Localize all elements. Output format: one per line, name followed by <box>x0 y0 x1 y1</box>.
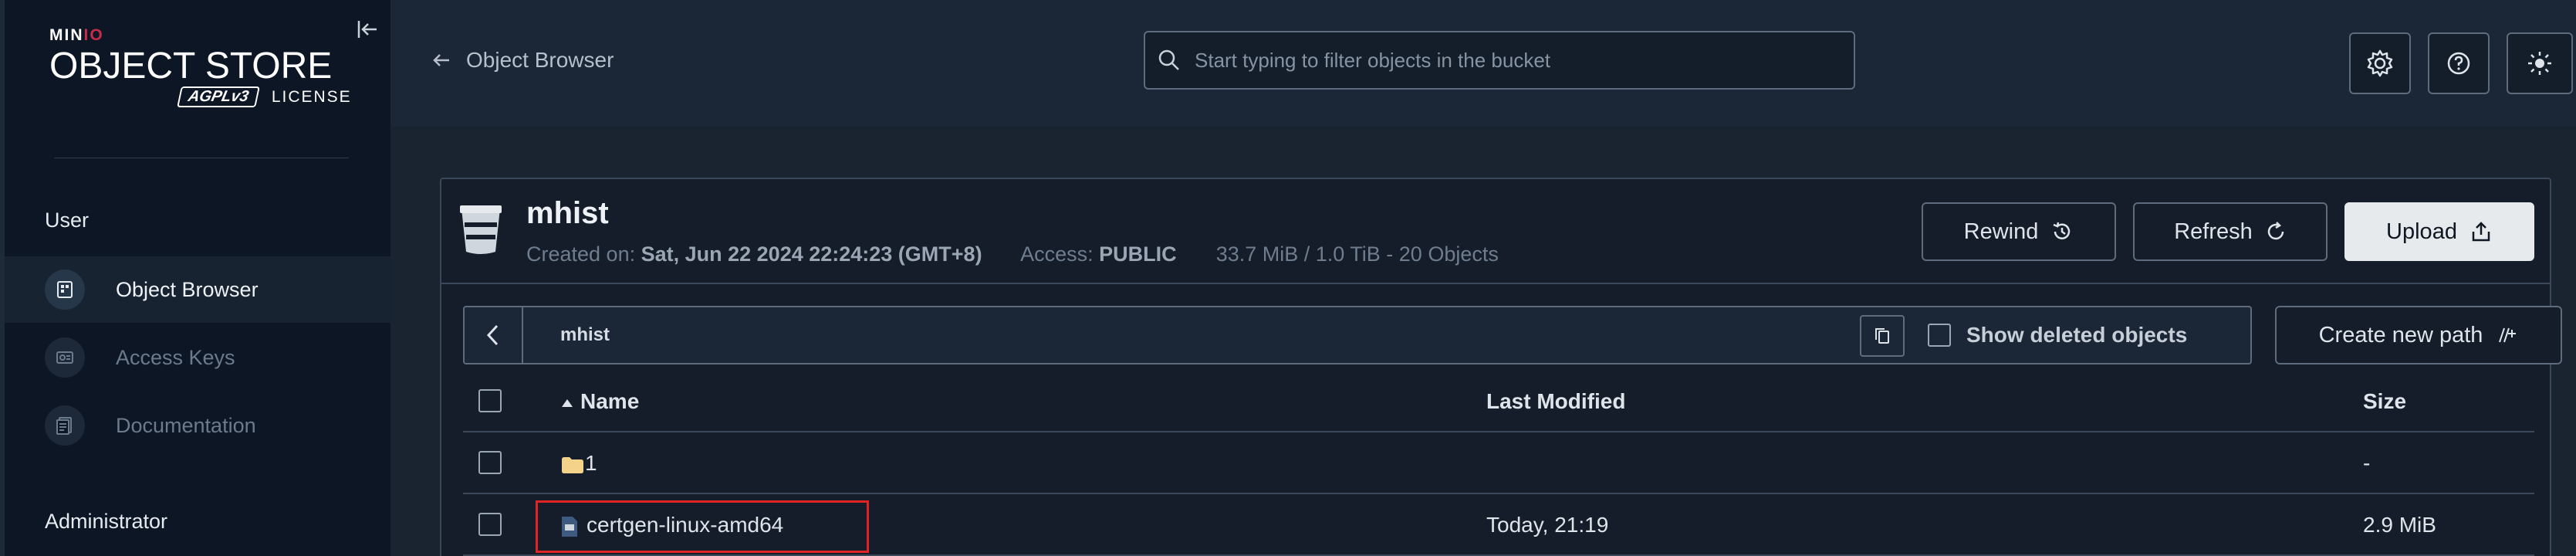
bucket-meta: Created on: Sat, Jun 22 2024 22:24:23 (G… <box>526 242 1499 266</box>
created-value: Sat, Jun 22 2024 22:24:23 (GMT+8) <box>641 242 982 266</box>
back-to-object-browser[interactable]: Object Browser <box>432 48 614 73</box>
sidebar-section-user: User <box>45 208 90 232</box>
table-row[interactable]: certgen-linux-amd64 Today, 21:19 2.9 MiB <box>463 494 2534 556</box>
sidebar-section-administrator: Administrator <box>45 510 168 533</box>
row-checkbox[interactable] <box>478 513 502 536</box>
top-bar: Object Browser <box>390 0 2576 127</box>
rewind-icon <box>2053 222 2071 239</box>
access-label: Access: <box>1020 242 1094 266</box>
bucket-panel: mhist Created on: Sat, Jun 22 2024 22:24… <box>440 178 2562 556</box>
upload-label: Upload <box>2386 219 2457 244</box>
show-deleted-checkbox[interactable] <box>1928 324 1951 347</box>
sidebar-item-object-browser[interactable]: Object Browser <box>5 256 390 323</box>
column-last-modified-header[interactable]: Last Modified <box>1486 389 1625 414</box>
show-deleted-toggle[interactable]: Show deleted objects <box>1928 323 2187 348</box>
size-cell: - <box>2363 451 2371 475</box>
chevron-left-icon <box>486 324 499 346</box>
path-back-button[interactable] <box>465 307 523 363</box>
help-button[interactable] <box>2428 32 2490 94</box>
upload-icon <box>2472 222 2490 242</box>
rewind-label: Rewind <box>1963 219 2039 244</box>
refresh-icon <box>2267 222 2284 240</box>
settings-button[interactable] <box>2349 32 2411 94</box>
column-size-header[interactable]: Size <box>2363 389 2406 414</box>
object-browser-icon <box>45 270 85 310</box>
brand-title: OBJECT STORE <box>49 46 333 86</box>
bucket-name: mhist <box>526 196 609 230</box>
collapse-sidebar-icon[interactable] <box>355 17 380 42</box>
search-box[interactable] <box>1144 31 1855 90</box>
current-path: mhist <box>560 324 610 345</box>
copy-icon <box>1875 328 1889 344</box>
brand-license: AGPLv3 LICENSE <box>177 86 358 107</box>
sun-icon <box>2528 52 2551 75</box>
sort-ascending-icon <box>562 399 573 407</box>
path-bar: mhist Show deleted objects <box>463 306 2252 364</box>
refresh-label: Refresh <box>2174 219 2253 244</box>
search-icon <box>1158 49 1179 70</box>
main-content: mhist Created on: Sat, Jun 22 2024 22:24… <box>390 127 2576 556</box>
gear-icon <box>2367 49 2393 77</box>
table-row[interactable]: 1 - <box>463 432 2534 494</box>
sidebar-item-label: Object Browser <box>116 277 259 301</box>
size-cell: 2.9 MiB <box>2363 513 2436 537</box>
object-name-cell: certgen-linux-amd64 <box>560 513 783 538</box>
object-name-cell: 1 <box>560 451 597 476</box>
help-icon <box>2447 52 2470 75</box>
new-path-icon <box>2499 327 2517 343</box>
sidebar-item-documentation[interactable]: Documentation <box>5 392 390 459</box>
app-root: MINIO OBJECT STORE AGPLv3 LICENSE User O… <box>0 0 2576 556</box>
sidebar: MINIO OBJECT STORE AGPLv3 LICENSE User O… <box>0 0 390 556</box>
row-checkbox[interactable] <box>478 451 502 474</box>
created-label: Created on: <box>526 242 636 266</box>
search-input[interactable] <box>1195 48 1827 73</box>
upload-button[interactable]: Upload <box>2344 202 2534 261</box>
create-new-path-button[interactable]: Create new path <box>2275 306 2562 364</box>
access-keys-icon <box>45 337 85 378</box>
back-label: Object Browser <box>466 48 614 72</box>
bucket-header: mhist Created on: Sat, Jun 22 2024 22:24… <box>441 179 2550 284</box>
create-new-path-label: Create new path <box>2318 322 2483 348</box>
arrow-left-icon <box>433 54 449 66</box>
select-all-checkbox[interactable] <box>478 389 502 412</box>
theme-toggle-button[interactable] <box>2507 32 2573 94</box>
license-label: LICENSE <box>271 87 352 106</box>
file-icon <box>562 516 577 537</box>
agpl-badge: AGPLv3 <box>177 86 260 107</box>
table-header: Name Last Modified Size <box>463 371 2534 432</box>
access-value: PUBLIC <box>1099 242 1177 266</box>
sidebar-item-label: Access Keys <box>116 345 235 369</box>
brand-minio: MINIO <box>49 26 104 44</box>
sidebar-item-label: Documentation <box>116 413 256 437</box>
brand-logo: MINIO OBJECT STORE AGPLv3 LICENSE <box>49 26 358 107</box>
bucket-usage: 33.7 MiB / 1.0 TiB - 20 Objects <box>1215 242 1499 266</box>
sidebar-item-access-keys[interactable]: Access Keys <box>5 324 390 391</box>
bucket-icon <box>458 202 503 256</box>
folder-icon <box>562 456 583 473</box>
rewind-button[interactable]: Rewind <box>1922 202 2116 261</box>
show-deleted-label: Show deleted objects <box>1966 323 2188 347</box>
copy-path-button[interactable] <box>1860 315 1905 357</box>
column-name-header[interactable]: Name <box>560 389 639 414</box>
documentation-icon <box>45 405 85 446</box>
refresh-button[interactable]: Refresh <box>2133 202 2328 261</box>
last-modified-cell: Today, 21:19 <box>1486 513 1609 537</box>
